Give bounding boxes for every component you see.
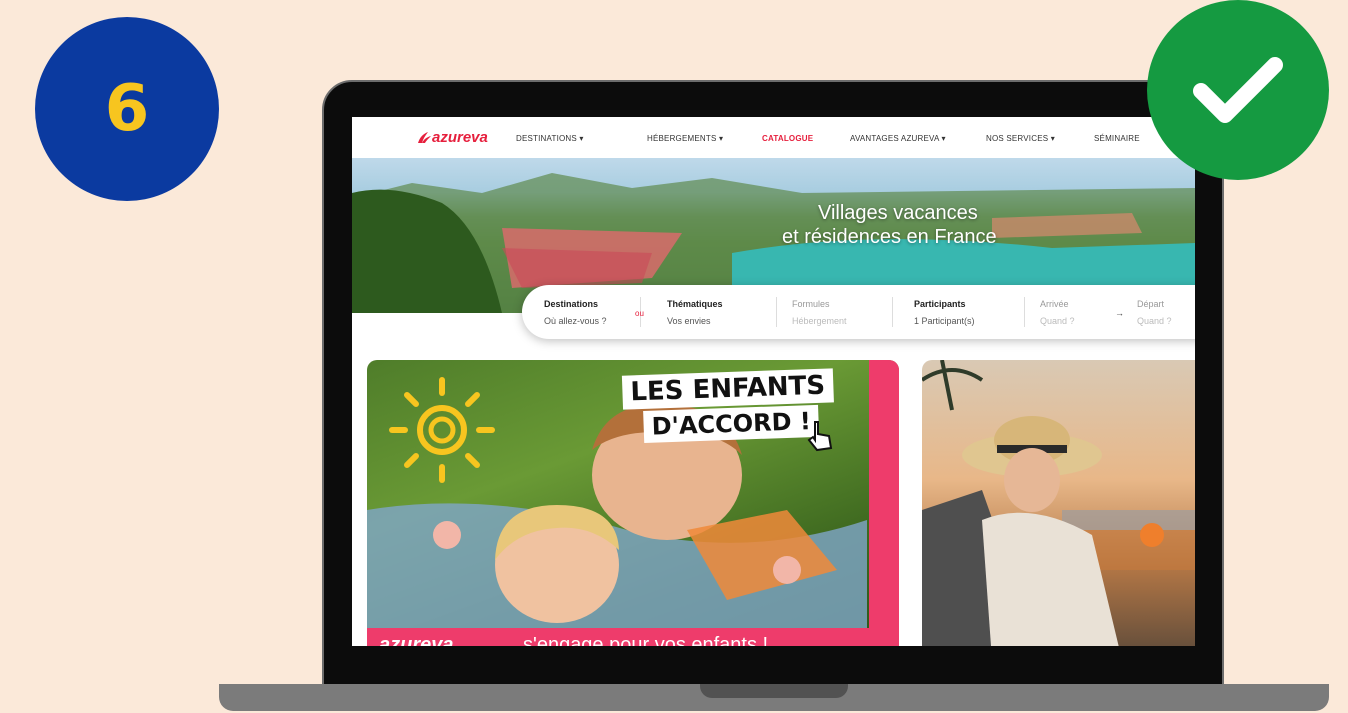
- formules-field[interactable]: Formules Hébergement: [792, 299, 847, 326]
- arrow-right-icon: →: [1115, 308, 1124, 318]
- hero-title-line2: et résidences en France: [782, 226, 997, 248]
- footer-tagline: s'engage pour vos enfants !: [523, 634, 769, 646]
- logo-flower-icon: [418, 131, 431, 143]
- azureva-logo[interactable]: azureva: [416, 129, 488, 146]
- chevron-down-icon: ▾: [718, 134, 724, 143]
- nav-seminaire[interactable]: SÉMINAIRE: [1094, 134, 1140, 143]
- or-label: ou: [635, 309, 644, 318]
- divider: [1024, 297, 1025, 327]
- footer-brand: azureva: [379, 634, 454, 646]
- nav-catalogue[interactable]: CATALOGUE: [762, 134, 813, 143]
- pink-stripe: [869, 360, 899, 646]
- arrival-date-field[interactable]: Arrivée Quand ?: [1040, 299, 1075, 326]
- top-navigation: azureva DESTINATIONS ▾ HÉBERGEMENTS ▾ CA…: [352, 117, 1195, 158]
- hand-cursor-icon: [807, 421, 833, 452]
- sun-drawing-icon: [389, 377, 495, 483]
- promo-card-relax[interactable]: [922, 360, 1195, 646]
- logo-text: azureva: [432, 129, 488, 146]
- card-footer-banner: azureva s'engage pour vos enfants !: [367, 628, 899, 646]
- hero-title-line1: Villages vacances: [818, 202, 978, 224]
- step-number: 6: [104, 72, 150, 146]
- checkmark-icon: [1193, 57, 1283, 123]
- nav-avantages[interactable]: AVANTAGES AZUREVA ▾: [850, 134, 946, 143]
- success-check-badge: [1147, 0, 1329, 180]
- chevron-down-icon: ▾: [1050, 134, 1055, 143]
- step-number-badge: 6: [35, 17, 219, 201]
- nav-hebergements[interactable]: HÉBERGEMENTS ▾: [647, 134, 723, 143]
- divider: [892, 297, 893, 327]
- chevron-down-icon: ▾: [941, 134, 946, 143]
- laptop-notch: [700, 684, 848, 698]
- destinations-field[interactable]: Destinations Où allez-vous ?: [544, 299, 607, 326]
- laptop-screen: azureva DESTINATIONS ▾ HÉBERGEMENTS ▾ CA…: [352, 117, 1195, 646]
- departure-date-field[interactable]: Départ Quand ?: [1137, 299, 1172, 326]
- nav-destinations[interactable]: DESTINATIONS ▾: [516, 134, 584, 143]
- nav-services[interactable]: NOS SERVICES ▾: [986, 134, 1055, 143]
- search-bar: Destinations Où allez-vous ? ou Thématiq…: [522, 285, 1195, 339]
- thematiques-field[interactable]: Thématiques Vos envies: [667, 299, 723, 326]
- divider: [776, 297, 777, 327]
- chevron-down-icon: ▾: [579, 134, 584, 143]
- woman-sunlounger-photo: [922, 360, 1195, 646]
- participants-field[interactable]: Participants 1 Participant(s): [914, 299, 975, 326]
- promo-card-kids[interactable]: LES ENFANTS D'ACCORD ! azureva s'engage …: [367, 360, 899, 646]
